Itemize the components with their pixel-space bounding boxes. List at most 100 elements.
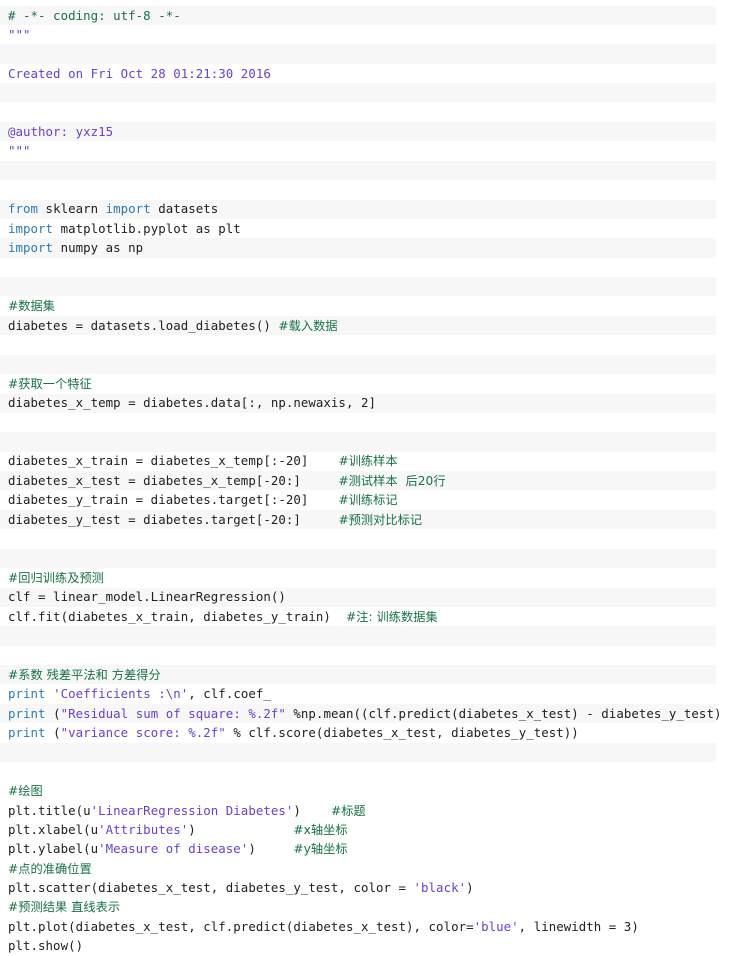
token-plain: )	[466, 880, 474, 896]
token-cmt-cn: #y轴坐标	[293, 842, 348, 857]
code-line[interactable]	[0, 258, 729, 277]
token-str: """	[8, 26, 31, 42]
token-kw: import	[105, 201, 151, 217]
code-line[interactable]: diabetes_y_train = diabetes.target[:-20]…	[0, 490, 729, 509]
token-cmt-cn: #点的准确位置	[8, 861, 92, 876]
token-cmt-cn: #标题	[330, 803, 366, 818]
token-kw: print	[8, 705, 46, 721]
code-line[interactable]	[0, 413, 729, 432]
token-cmt-cn: #训练标记	[338, 493, 398, 508]
code-line[interactable]: plt.title(u'LinearRegression Diabetes') …	[0, 801, 729, 820]
code-line[interactable]: diabetes_x_test = diabetes_x_temp[-20:] …	[0, 471, 729, 490]
code-line[interactable]	[0, 548, 729, 567]
token-plain: plt.scatter(diabetes_x_test, diabetes_y_…	[8, 880, 414, 896]
token-plain: datasets	[150, 201, 219, 217]
code-line[interactable]: clf.fit(diabetes_x_train, diabetes_y_tra…	[0, 607, 729, 626]
token-plain: sklearn	[38, 201, 106, 217]
token-str: "Residual sum of square: %.2f"	[60, 705, 286, 721]
token-kw: print	[8, 724, 46, 740]
code-line[interactable]	[0, 529, 729, 548]
code-line[interactable]	[0, 161, 729, 180]
token-plain: plt.show()	[8, 938, 84, 954]
code-line[interactable]: plt.plot(diabetes_x_test, clf.predict(di…	[0, 917, 729, 936]
code-line[interactable]	[0, 432, 729, 451]
token-plain: (	[45, 724, 61, 740]
code-line[interactable]	[0, 355, 729, 374]
token-str: 'blue'	[473, 918, 519, 934]
token-plain: )	[293, 802, 331, 818]
code-line[interactable]: #回归训练及预测	[0, 568, 729, 587]
token-cmt-cn: #训练样本	[338, 454, 398, 469]
token-cmt-cn: #注: 训练数据集	[345, 609, 438, 624]
code-line[interactable]: #系数 残差平法和 方差得分	[0, 665, 729, 684]
token-str: 'black'	[413, 880, 467, 896]
code-line[interactable]: plt.show()	[0, 936, 729, 955]
token-cmt-cn: #预测结果 直线表示	[8, 900, 121, 915]
code-line[interactable]: # -*- coding: utf-8 -*-	[0, 6, 729, 25]
token-plain: plt.plot(diabetes_x_test, clf.predict(di…	[8, 918, 474, 934]
token-cmt-cn: #回归训练及预测	[8, 570, 104, 585]
code-line[interactable]	[0, 742, 729, 761]
code-line[interactable]: import matplotlib.pyplot as plt	[0, 219, 729, 238]
code-line[interactable]: #数据集	[0, 296, 729, 315]
token-cmt-cn: #数据集	[8, 299, 55, 314]
code-line[interactable]: diabetes_y_test = diabetes.target[-20:] …	[0, 510, 729, 529]
token-plain: diabetes_y_test = diabetes.target[-20:]	[8, 511, 339, 527]
code-line[interactable]	[0, 83, 729, 102]
code-line[interactable]: diabetes = datasets.load_diabetes() #载入数…	[0, 316, 729, 335]
token-plain: plt.ylabel(u	[8, 841, 99, 857]
token-plain: plt.xlabel(u	[8, 821, 99, 837]
code-line[interactable]: Created on Fri Oct 28 01:21:30 2016	[0, 64, 729, 83]
code-line[interactable]	[0, 180, 729, 199]
token-plain: clf.fit(diabetes_x_train, diabetes_y_tra…	[8, 608, 346, 624]
token-plain: diabetes = datasets.load_diabetes()	[8, 317, 279, 333]
token-kw: print	[8, 686, 46, 702]
token-cmt-cn: #绘图	[8, 784, 43, 799]
token-plain: )	[248, 841, 294, 857]
token-plain: )	[188, 821, 294, 837]
code-line[interactable]	[0, 102, 729, 121]
code-line[interactable]	[0, 335, 729, 354]
code-line[interactable]: print ("Residual sum of square: %.2f" %n…	[0, 704, 729, 723]
token-cmt-cn: #获取一个特征	[8, 376, 92, 391]
token-cmt-cn: #预测对比标记	[338, 512, 423, 527]
token-plain: numpy as np	[53, 240, 144, 256]
token-kw: import	[8, 220, 54, 236]
token-plain: % clf.score(diabetes_x_test, diabetes_y_…	[225, 724, 579, 740]
code-line[interactable]: plt.xlabel(u'Attributes') #x轴坐标	[0, 820, 729, 839]
code-line[interactable]: """	[0, 25, 729, 44]
token-cmt-cn: #载入数据	[278, 318, 338, 333]
code-line[interactable]: #点的准确位置	[0, 859, 729, 878]
token-str: 'Coefficients :\n'	[53, 686, 189, 702]
token-str: "variance score: %.2f"	[60, 724, 226, 740]
token-cmt-cn: #系数 残差平法和 方差得分	[8, 667, 161, 682]
token-cmt: # -*- coding: utf-8 -*-	[8, 7, 181, 23]
token-plain: plt.title(u	[8, 802, 91, 818]
code-line[interactable]	[0, 44, 729, 63]
token-str: 'Measure of disease'	[98, 841, 249, 857]
code-line[interactable]: from sklearn import datasets	[0, 199, 729, 218]
token-str: """	[8, 143, 31, 159]
code-line[interactable]: @author: yxz15	[0, 122, 729, 141]
code-line[interactable]: import numpy as np	[0, 238, 729, 257]
code-line[interactable]	[0, 645, 729, 664]
code-lines-container[interactable]: # -*- coding: utf-8 -*- """ Created on Fr…	[0, 0, 729, 956]
code-line[interactable]: #预测结果 直线表示	[0, 897, 729, 916]
code-line[interactable]: clf = linear_model.LinearRegression()	[0, 587, 729, 606]
code-line[interactable]	[0, 626, 729, 645]
token-str: @author: yxz15	[8, 123, 114, 139]
code-line[interactable]: plt.ylabel(u'Measure of disease') #y轴坐标	[0, 839, 729, 858]
code-line[interactable]: """	[0, 141, 729, 160]
code-line[interactable]: diabetes_x_temp = diabetes.data[:, np.ne…	[0, 393, 729, 412]
code-line[interactable]: print 'Coefficients :\n', clf.coef_	[0, 684, 729, 703]
code-line[interactable]: diabetes_x_train = diabetes_x_temp[:-20]…	[0, 451, 729, 470]
code-line[interactable]	[0, 277, 729, 296]
code-line[interactable]: print ("variance score: %.2f" % clf.scor…	[0, 723, 729, 742]
code-line[interactable]: #绘图	[0, 781, 729, 800]
code-line[interactable]: plt.scatter(diabetes_x_test, diabetes_y_…	[0, 878, 729, 897]
token-plain: clf = linear_model.LinearRegression()	[8, 589, 286, 605]
code-line[interactable]: #获取一个特征	[0, 374, 729, 393]
code-listing[interactable]: # -*- coding: utf-8 -*- """ Created on Fr…	[0, 0, 729, 953]
token-plain: matplotlib.pyplot as plt	[53, 220, 241, 236]
token-plain: diabetes_x_temp = diabetes.data[:, np.ne…	[8, 395, 376, 411]
